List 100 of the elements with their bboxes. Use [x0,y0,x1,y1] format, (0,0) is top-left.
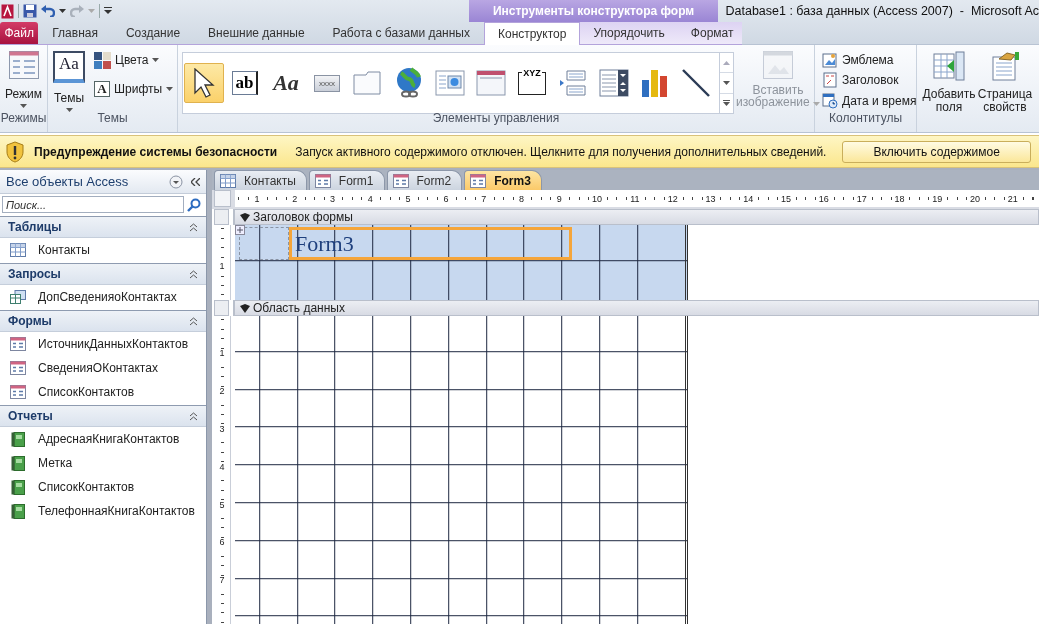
option-group-icon: XYZ [518,71,546,95]
warning-shield-icon [5,140,25,163]
view-button[interactable]: Режим [3,49,44,110]
scroll-up-icon [723,60,730,65]
search-icon[interactable] [187,197,201,212]
document-tab[interactable]: Контакты [214,170,307,190]
tool-button[interactable]: Страница свойств [977,49,1033,116]
globe-link-icon [394,67,424,99]
form-view-icon [8,51,39,79]
nav-item[interactable]: ИсточникДанныхКонтактов [0,332,206,356]
ribbon-tab[interactable]: Упорядочить [580,22,678,44]
form-icon [10,337,26,351]
control-tool[interactable]: XYZ [512,63,552,103]
warning-title: Предупреждение системы безопасности [34,144,278,159]
nav-item[interactable]: Контакты [0,238,206,262]
search-field[interactable]: Поиск... [2,196,184,213]
more-icon [723,100,730,107]
form-icon [392,173,409,188]
list-box-icon [599,69,629,97]
font-icon: A [94,81,110,97]
ribbon-tab[interactable]: Конструктор [484,22,581,45]
control-tool[interactable] [184,63,224,103]
section-arrow-icon [240,303,250,313]
list-arrow-icon [559,69,587,97]
document-tab[interactable]: Form3 [464,170,542,190]
table-icon [10,243,26,257]
ribbon-tab[interactable]: Работа с базами данных [318,22,484,44]
section-bar[interactable]: Область данных [233,300,1039,316]
group-header[interactable]: Формы [0,310,206,332]
caret-icon [152,58,160,62]
calendar-clock-icon [822,92,838,109]
report-icon [10,431,26,447]
colors-button[interactable]: Цвета [91,49,177,71]
report-icon [10,503,26,519]
header-footer-button[interactable]: Заголовок [819,70,902,91]
app-logo-icon[interactable] [1,3,14,19]
window-icon [476,70,506,96]
nav-item[interactable]: СписокКонтактов [0,380,206,404]
nav-item[interactable]: ДопСведенияоКонтактах [0,285,206,309]
themes-icon: Aa [53,51,85,83]
ribbon-tab[interactable]: Главная [38,22,112,44]
form-icon [10,361,26,375]
section-bar[interactable]: Заголовок формы [233,209,1039,225]
caret-icon [20,104,27,108]
group-label: Элементы управления [431,111,561,127]
scroll-down-icon [723,81,730,85]
add-fields-icon [933,51,965,81]
enable-content-button[interactable]: Включить содержимое [842,140,1031,163]
bar-chart-icon [641,68,669,98]
undo-icon[interactable] [41,5,55,17]
nav-item[interactable]: СведенияОКонтактах [0,356,206,380]
group-header[interactable]: Запросы [0,263,206,285]
group-header[interactable]: Таблицы [0,216,206,238]
nav-item[interactable]: СписокКонтактов [0,475,206,499]
line-icon [681,68,711,98]
nav-item[interactable]: АдреснаяКнигаКонтактов [0,427,206,451]
header-footer-button[interactable]: Дата и время [819,90,920,111]
fonts-button[interactable]: A Шрифты [91,78,177,100]
form-icon [314,173,331,188]
control-tool[interactable]: xxxx [307,63,347,103]
control-tool[interactable]: Aa [266,63,306,103]
document-tab[interactable]: Form1 [308,170,385,190]
table-icon [220,173,236,188]
horizontal-ruler: 1 2 3 4 5 6 7 8 9 10 11 12 13 14 15 16 17 18 19 20 21 [235,190,1039,207]
pane-title: Все объекты Access [6,174,130,189]
text-box-icon: ab [231,71,259,95]
folder-tab-icon [353,71,383,95]
collapse-icon[interactable] [191,177,200,186]
group-label: Режимы [0,111,47,127]
caret-icon [65,108,73,112]
report-icon [10,455,26,471]
dropdown-icon[interactable] [169,174,183,189]
header-footer-button[interactable]: Эмблема [819,50,897,71]
section-arrow-icon [240,212,250,222]
redo-icon [70,5,84,17]
tool-button[interactable]: Добавить поля [921,49,977,116]
group-label: Темы [96,111,129,127]
themes-button[interactable]: Aa Темы [51,49,87,114]
ribbon-tab[interactable]: Внешние данные [194,22,319,44]
ribbon-tab[interactable]: Файл [0,22,39,44]
form-icon [470,173,487,188]
caret-icon [59,9,66,13]
nav-item[interactable]: ТелефоннаяКнигаКонтактов [0,499,206,523]
save-icon[interactable] [23,4,37,18]
caret-icon [88,9,95,13]
picture-frame-icon [763,51,793,79]
group-header[interactable]: Отчеты [0,405,206,427]
window-title: Database1 : база данных (Access 2007) - Microsoft Ac [724,4,1039,18]
control-tool[interactable]: ab [225,63,265,103]
ribbon-tab[interactable]: Создание [111,22,195,44]
title-icon [822,72,838,89]
web-page-icon [435,70,465,96]
report-icon [10,479,26,495]
move-handle-icon[interactable] [235,225,245,235]
caret-icon [813,102,820,106]
nav-item[interactable]: Метка [0,451,206,475]
group-label: Колонтитулы [828,111,903,127]
customize-menu-icon[interactable] [104,7,112,15]
ribbon-tab[interactable]: Формат [677,22,747,44]
document-tab[interactable]: Form2 [386,170,463,190]
